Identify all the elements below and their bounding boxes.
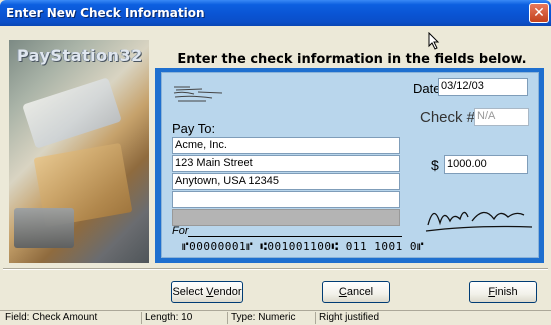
amount-field[interactable]: 1000.00 — [444, 155, 528, 174]
status-length: Length: 10 — [142, 312, 228, 324]
title-bar: Enter New Check Information ✕ — [0, 0, 551, 26]
payee-line-4-field[interactable] — [172, 191, 400, 208]
logo-decor-printer — [14, 208, 74, 248]
select-vendor-label-pre: Select — [172, 286, 207, 298]
payee-line-2-field[interactable]: 123 Main Street — [172, 155, 400, 172]
app-logo-image: PayStation32 — [9, 40, 149, 263]
payee-line-3-field[interactable]: Anytown, USA 12345 — [172, 173, 400, 190]
mouse-cursor-icon — [428, 32, 440, 50]
status-type: Type: Numeric — [228, 312, 316, 324]
status-justify: Right justified — [319, 312, 380, 323]
cancel-label-accel: C — [338, 286, 347, 298]
finish-button[interactable]: Finish — [469, 281, 537, 303]
button-divider — [3, 268, 548, 270]
pay-to-label: Pay To: — [172, 121, 216, 136]
memo-line — [188, 236, 402, 237]
payee-line-1-field[interactable]: Acme, Inc. — [172, 137, 400, 154]
cancel-button[interactable]: Cancel — [322, 281, 390, 303]
signature-icon — [425, 211, 533, 232]
finish-label-accel: F — [488, 286, 496, 298]
check-number-field[interactable]: N/A — [474, 108, 529, 126]
window-title: Enter New Check Information — [6, 6, 205, 20]
logo-decor-keyboard — [22, 77, 122, 149]
close-icon: ✕ — [533, 5, 545, 21]
payee-line-5-field — [172, 209, 400, 226]
bank-logo-icon — [173, 86, 223, 102]
cancel-label-post: ancel — [346, 286, 374, 298]
micr-line: ⑈00000001⑈ ⑆001001100⑆ 011 1001 0⑈ — [182, 240, 425, 253]
finish-label-post: inish — [495, 286, 518, 298]
status-field: Field: Check Amount — [2, 312, 142, 324]
dollar-sign-label: $ — [431, 157, 439, 173]
close-button[interactable]: ✕ — [529, 3, 549, 23]
date-field[interactable]: 03/12/03 — [438, 78, 528, 96]
status-bar: Field: Check Amount Length: 10 Type: Num… — [0, 310, 551, 325]
date-label: Date — [413, 81, 441, 96]
instruction-text: Enter the check information in the field… — [177, 52, 527, 67]
select-vendor-label-accel: V — [206, 286, 214, 298]
for-label: For — [172, 225, 189, 237]
select-vendor-label-post: endor — [213, 286, 242, 298]
app-logo-text: PayStation32 — [17, 46, 143, 65]
check-number-label: Check # — [420, 109, 476, 126]
check-form: Date 03/12/03 Check # N/A Pay To: Acme, … — [161, 72, 539, 258]
select-vendor-button[interactable]: Select Vendor — [171, 281, 243, 303]
